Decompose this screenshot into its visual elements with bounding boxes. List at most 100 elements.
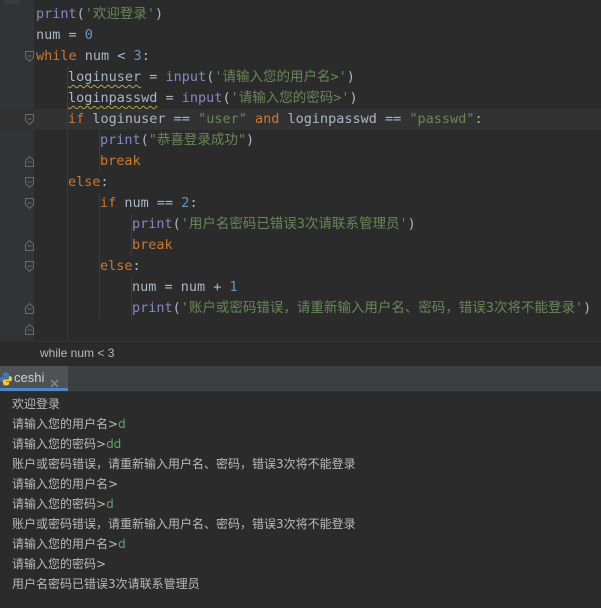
code-text: else: xyxy=(100,256,141,277)
console-line: 欢迎登录 xyxy=(12,394,60,414)
code-token: "user" xyxy=(198,111,247,127)
run-tab-label: ceshi xyxy=(14,370,45,385)
code-token: if xyxy=(68,111,85,127)
code-token: ( xyxy=(76,6,85,22)
code-text: print("恭喜登录成功") xyxy=(100,130,254,151)
fold-open-icon[interactable] xyxy=(25,198,34,209)
code-token: num xyxy=(36,27,61,43)
run-console[interactable]: 欢迎登录 请输入您的用户名>d 请输入您的密码>dd 账户或密码错误，请重新输入用户名… xyxy=(0,392,601,608)
code-token: num == xyxy=(116,195,182,211)
code-token: '请输入您的用户名>' xyxy=(214,69,347,85)
code-line[interactable]: else: xyxy=(0,172,601,193)
fold-open-icon[interactable] xyxy=(25,51,34,62)
breadcrumb: while num < 3 xyxy=(0,341,601,366)
code-token: ) xyxy=(155,6,164,22)
indent-guide xyxy=(131,277,132,319)
run-tool-window-tabs: ceshi xyxy=(0,366,601,392)
code-token: = xyxy=(157,90,182,106)
code-token: = xyxy=(141,69,166,85)
code-text: else: xyxy=(68,172,109,193)
code-line[interactable]: if loginuser == "user" and loginpasswd =… xyxy=(0,109,601,130)
code-line[interactable]: break xyxy=(0,151,601,172)
code-text: if num == 2: xyxy=(100,193,198,214)
code-token: num < xyxy=(76,48,134,64)
code-line[interactable]: loginpasswd = input('请输入您的密码>') xyxy=(0,88,601,109)
code-token: '账户或密码错误，请重新输入用户名、密码，错误3次将不能登录' xyxy=(180,300,584,316)
code-text: num = 0 xyxy=(36,25,93,46)
console-output: 账户或密码错误，请重新输入用户名、密码，错误3次将不能登录 xyxy=(12,517,356,531)
code-line[interactable]: if num == 2: xyxy=(0,193,601,214)
code-token: = xyxy=(60,27,85,43)
console-output: 欢迎登录 xyxy=(12,397,61,411)
code-token: break xyxy=(132,237,173,253)
code-token: ) xyxy=(349,90,358,106)
code-token: num = num + xyxy=(132,279,230,295)
code-text: if loginuser == "user" and loginpasswd =… xyxy=(68,109,483,130)
code-line[interactable] xyxy=(0,319,601,340)
code-line[interactable]: print('用户名密码已错误3次请联系管理员') xyxy=(0,214,601,235)
code-token: : xyxy=(189,195,198,211)
code-line[interactable]: print('账户或密码错误，请重新输入用户名、密码，错误3次将不能登录') xyxy=(0,298,601,319)
code-line[interactable]: loginuser = input('请输入您的用户名>') xyxy=(0,67,601,88)
python-icon xyxy=(0,371,12,386)
code-line[interactable]: num = num + 1 xyxy=(0,277,601,298)
code-token: print xyxy=(36,6,77,22)
console-line: 请输入您的用户名>d xyxy=(12,414,126,434)
console-line: 账户或密码错误，请重新输入用户名、密码，错误3次将不能登录 xyxy=(12,454,356,474)
fold-open-icon[interactable] xyxy=(25,114,34,125)
code-token: loginpasswd == xyxy=(279,111,410,127)
fold-close-icon[interactable] xyxy=(25,324,34,335)
fold-open-icon[interactable] xyxy=(25,177,34,188)
code-token: ( xyxy=(172,216,181,232)
code-line[interactable]: while num < 3: xyxy=(0,46,601,67)
run-tab-ceshi[interactable]: ceshi xyxy=(0,366,68,391)
console-output: 请输入您的用户名> xyxy=(12,537,119,551)
console-user-input: d xyxy=(118,417,126,431)
code-token: ) xyxy=(407,216,416,232)
fold-close-icon[interactable] xyxy=(25,240,34,251)
fold-close-icon[interactable] xyxy=(25,156,34,167)
code-text: print('账户或密码错误，请重新输入用户名、密码，错误3次将不能登录') xyxy=(132,298,591,319)
code-token: input xyxy=(181,90,223,106)
code-token: 3 xyxy=(133,48,142,64)
code-line[interactable]: print("恭喜登录成功") xyxy=(0,130,601,151)
code-token: 1 xyxy=(229,279,238,295)
code-token: : xyxy=(100,174,109,190)
indent-guide xyxy=(99,193,100,319)
console-line: 用户名密码已错误3次请联系管理员 xyxy=(12,574,200,594)
code-line[interactable]: num = 0 xyxy=(0,25,601,46)
ide-window: print('欢迎登录') num = 0 while num < 3: loginu… xyxy=(0,0,601,608)
code-lines[interactable]: print('欢迎登录') num = 0 while num < 3: loginu… xyxy=(0,4,601,340)
fold-close-icon[interactable] xyxy=(25,303,34,314)
console-line: 账户或密码错误，请重新输入用户名、密码，错误3次将不能登录 xyxy=(12,514,356,534)
close-icon[interactable] xyxy=(50,373,59,388)
code-token: else xyxy=(100,258,133,274)
console-line: 请输入您的用户名> xyxy=(12,474,118,494)
console-user-input: d xyxy=(106,497,114,511)
console-line: 请输入您的用户名>d xyxy=(12,534,126,554)
fold-open-icon[interactable] xyxy=(25,261,34,272)
code-token: 0 xyxy=(84,27,93,43)
code-token: loginuser xyxy=(68,69,142,85)
code-token: loginpasswd xyxy=(68,90,158,106)
code-token: ) xyxy=(583,300,592,316)
breadcrumb-scope[interactable]: while num < 3 xyxy=(40,346,114,360)
code-token: : xyxy=(132,258,141,274)
code-text: num = num + 1 xyxy=(132,277,238,298)
code-token: '用户名密码已错误3次请联系管理员' xyxy=(180,216,408,232)
code-token: ( xyxy=(172,300,181,316)
code-line[interactable]: break xyxy=(0,235,601,256)
console-output: 请输入您的密码> xyxy=(12,437,107,451)
code-line[interactable]: print('欢迎登录') xyxy=(0,4,601,25)
code-token: ) xyxy=(346,69,355,85)
code-token: '欢迎登录' xyxy=(84,6,156,22)
code-token: : xyxy=(141,48,150,64)
code-token: print xyxy=(132,300,173,316)
code-editor[interactable]: print('欢迎登录') num = 0 while num < 3: loginu… xyxy=(0,0,601,341)
code-token: loginuser == xyxy=(84,111,199,127)
code-text: while num < 3: xyxy=(36,46,150,67)
code-token: while xyxy=(36,48,77,64)
code-line[interactable]: else: xyxy=(0,256,601,277)
code-token: else xyxy=(68,174,101,190)
console-line: 请输入您的密码>d xyxy=(12,494,114,514)
